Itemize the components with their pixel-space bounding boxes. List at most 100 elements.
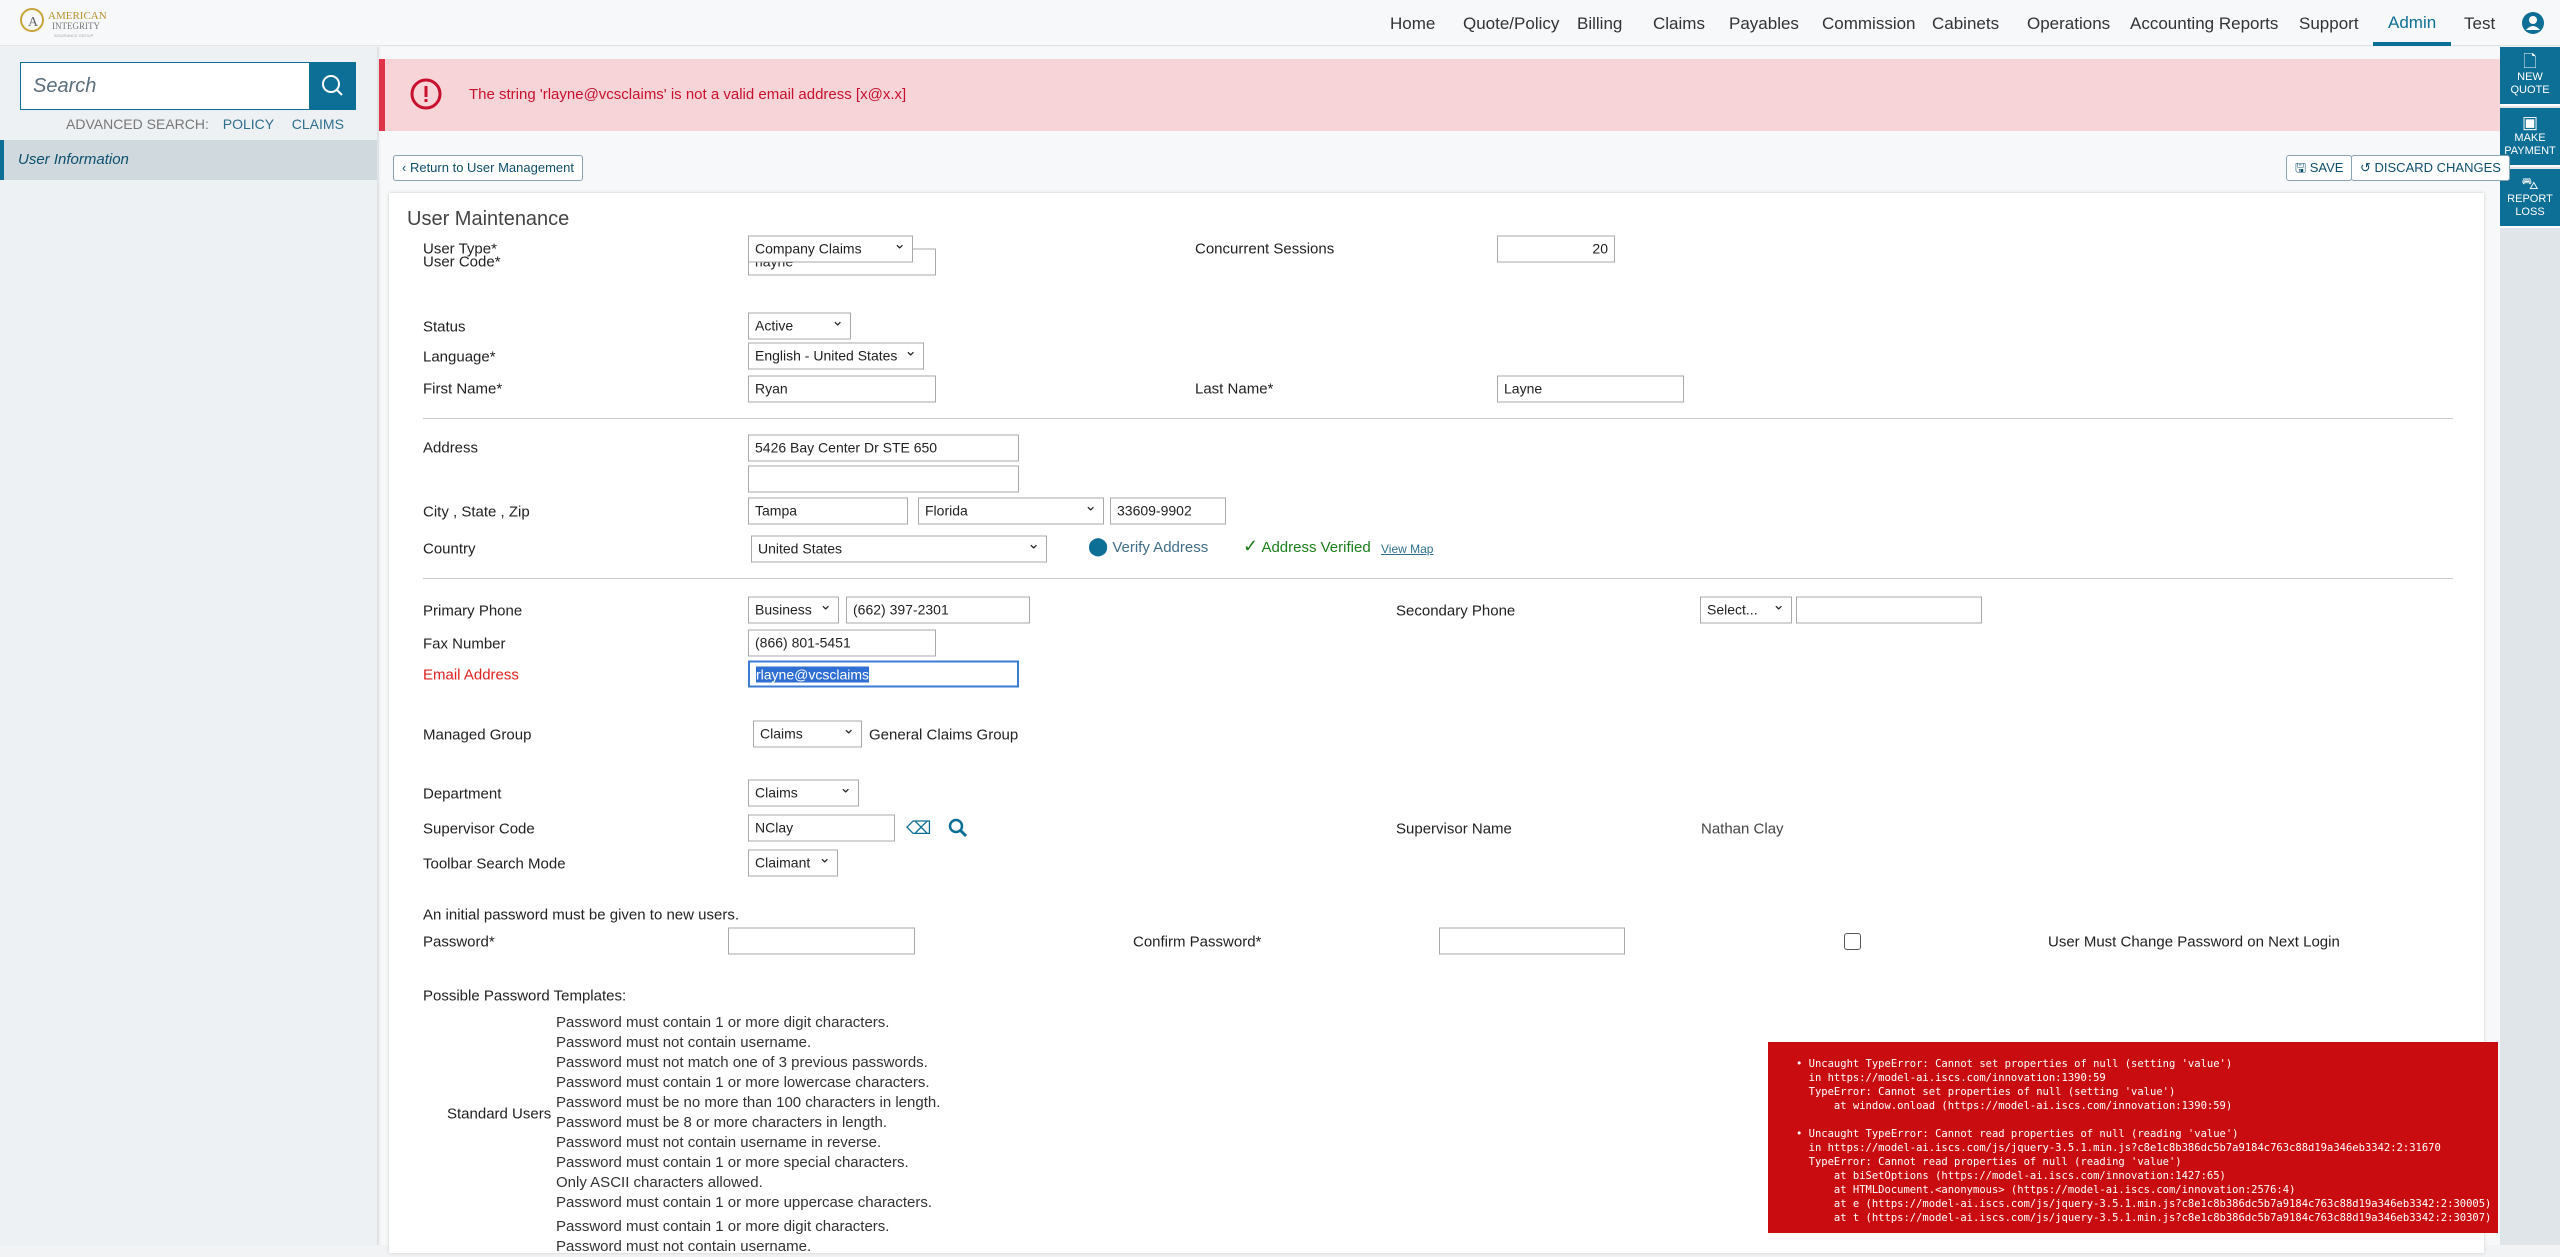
password-rule: Password must be 8 or more characters in… [556, 1114, 887, 1131]
nav-billing[interactable]: Billing [1577, 0, 1622, 46]
save-button[interactable]: 🖫 SAVE [2286, 155, 2353, 181]
secondary-phone-input[interactable] [1796, 596, 1982, 624]
standard-users-label: Standard Users [447, 1105, 552, 1123]
password-label: Password* [423, 933, 495, 951]
password-rule: Password must be no more than 100 charac… [556, 1094, 941, 1111]
department-select[interactable]: Claims [748, 779, 859, 807]
sidebar: Search ADVANCED SEARCH: POLICY CLAIMS Us… [0, 47, 379, 1245]
password-rule: Password must not contain username. [556, 1238, 812, 1255]
supervisor-name-value: Nathan Clay [1701, 820, 1784, 838]
page-title: User Maintenance [407, 208, 570, 230]
nav-support[interactable]: Support [2299, 0, 2359, 46]
concurrent-sessions-input[interactable]: 20 [1497, 235, 1615, 263]
undo-icon: ↺ [2360, 160, 2375, 175]
password-rule: Password must not contain username. [556, 1034, 812, 1051]
nav-test[interactable]: Test [2464, 0, 2495, 46]
last-name-input[interactable]: Layne [1497, 375, 1684, 403]
divider [423, 418, 2453, 419]
svg-text:A: A [28, 15, 39, 30]
divider [423, 578, 2453, 579]
city-input[interactable]: Tampa [748, 497, 908, 525]
new-quote-icon: 🗋 [2523, 52, 2537, 71]
right-quick-toolbar: 🗋 NEW QUOTE ▣ MAKE PAYMENT ⛍ REPORT LOSS [2500, 47, 2560, 1245]
search-button[interactable] [309, 62, 356, 110]
advanced-search-label: ADVANCED SEARCH: [66, 116, 209, 132]
email-address-label: Email Address [423, 666, 519, 684]
address-line2-input[interactable] [748, 465, 1019, 493]
status-label: Status [423, 318, 466, 336]
svg-text:INSURANCE GROUP: INSURANCE GROUP [54, 33, 94, 38]
email-address-input[interactable]: rlayne@vcsclaims [748, 660, 1019, 688]
discard-changes-button[interactable]: ↺ DISCARD CHANGES [2351, 155, 2510, 181]
password-templates-label: Possible Password Templates: [423, 987, 627, 1005]
svg-text:INTEGRITY: INTEGRITY [52, 21, 100, 31]
search-input[interactable]: Search [20, 62, 310, 110]
primary-phone-label: Primary Phone [423, 602, 523, 620]
javascript-error-overlay: • Uncaught TypeError: Cannot set propert… [1768, 1042, 2498, 1233]
state-select[interactable]: Florida [918, 497, 1104, 525]
address-label: Address [423, 439, 479, 457]
supervisor-code-input[interactable]: NClay [748, 814, 895, 842]
password-rules-list: Password must contain 1 or more digit ch… [556, 1013, 940, 1257]
error-message: The string 'rlayne@vcsclaims' is not a v… [469, 86, 907, 103]
primary-phone-input[interactable]: (662) 397-2301 [846, 596, 1030, 624]
save-icon: 🖫 [2295, 160, 2310, 175]
must-change-password-checkbox[interactable] [1844, 933, 1861, 950]
zip-input[interactable]: 33609-9902 [1110, 497, 1226, 525]
search-icon [322, 75, 343, 96]
secondary-phone-label: Secondary Phone [1396, 602, 1516, 620]
nav-cabinets[interactable]: Cabinets [1932, 0, 1999, 46]
fax-number-input[interactable]: (866) 801-5451 [748, 629, 936, 657]
password-rule: Only ASCII characters allowed. [556, 1174, 763, 1191]
clear-icon[interactable]: ⌫ [906, 818, 931, 839]
return-to-user-management-button[interactable]: ‹ Return to User Management [393, 155, 583, 181]
new-quote-button[interactable]: 🗋 NEW QUOTE [2500, 47, 2560, 106]
nav-payables[interactable]: Payables [1729, 0, 1799, 46]
address-line1-input[interactable]: 5426 Bay Center Dr STE 650 [748, 434, 1019, 462]
password-rule: Password must contain 1 or more special … [556, 1154, 909, 1171]
toolbar-search-mode-select[interactable]: Claimant [748, 849, 838, 877]
confirm-password-input[interactable] [1439, 927, 1625, 955]
country-select[interactable]: United States [751, 535, 1047, 563]
nav-admin[interactable]: Admin [2373, 0, 2452, 46]
password-input[interactable] [728, 927, 915, 955]
top-nav-bar: A AMERICAN INTEGRITY INSURANCE GROUP Home Q… [0, 0, 2560, 46]
concurrent-sessions-label: Concurrent Sessions [1195, 240, 1335, 258]
nav-accounting-reports[interactable]: Accounting Reports [2130, 0, 2278, 46]
nav-quote-policy[interactable]: Quote/Policy [1463, 0, 1559, 46]
department-label: Department [423, 785, 502, 803]
password-rule: Password must not contain username in re… [556, 1134, 882, 1151]
user-type-label: User Type* [423, 240, 497, 258]
advanced-search-claims-link[interactable]: CLAIMS [292, 116, 344, 132]
managed-group-label: Managed Group [423, 726, 532, 744]
last-name-label: Last Name* [1195, 380, 1274, 398]
search-icon[interactable] [947, 817, 969, 839]
first-name-input[interactable]: Ryan [748, 375, 936, 403]
view-map-link[interactable]: View Map [1381, 542, 1433, 556]
nav-claims[interactable]: Claims [1653, 0, 1705, 46]
secondary-phone-type-select[interactable]: Select... [1700, 596, 1792, 624]
nav-home[interactable]: Home [1390, 0, 1435, 46]
fax-number-label: Fax Number [423, 635, 506, 653]
managed-group-select[interactable]: Claims [753, 720, 862, 748]
language-select[interactable]: English - United States [748, 342, 924, 370]
country-label: Country [423, 540, 476, 558]
city-state-zip-label: City , State , Zip [423, 503, 530, 521]
language-label: Language* [423, 348, 496, 366]
advanced-search-policy-link[interactable]: POLICY [223, 116, 274, 132]
verify-address-link[interactable]: ⬤ Verify Address [1088, 536, 1208, 557]
user-type-select[interactable]: Company Claims [748, 235, 913, 263]
toolbar-search-mode-label: Toolbar Search Mode [423, 855, 566, 873]
sidebar-item-user-information[interactable]: User Information [0, 140, 377, 180]
nav-commission[interactable]: Commission [1822, 0, 1916, 46]
error-banner: The string 'rlayne@vcsclaims' is not a v… [379, 59, 2500, 131]
map-pin-question-icon: ⬤ [1088, 536, 1109, 556]
supervisor-name-label: Supervisor Name [1396, 820, 1512, 838]
chevron-left-icon: ‹ [402, 160, 410, 175]
user-account-icon[interactable] [2522, 12, 2544, 34]
nav-operations[interactable]: Operations [2027, 0, 2110, 46]
primary-phone-type-select[interactable]: Business [748, 596, 839, 624]
password-rule: Password must contain 1 or more digit ch… [556, 1014, 890, 1031]
status-select[interactable]: Active [748, 312, 851, 340]
confirm-password-label: Confirm Password* [1133, 933, 1262, 951]
